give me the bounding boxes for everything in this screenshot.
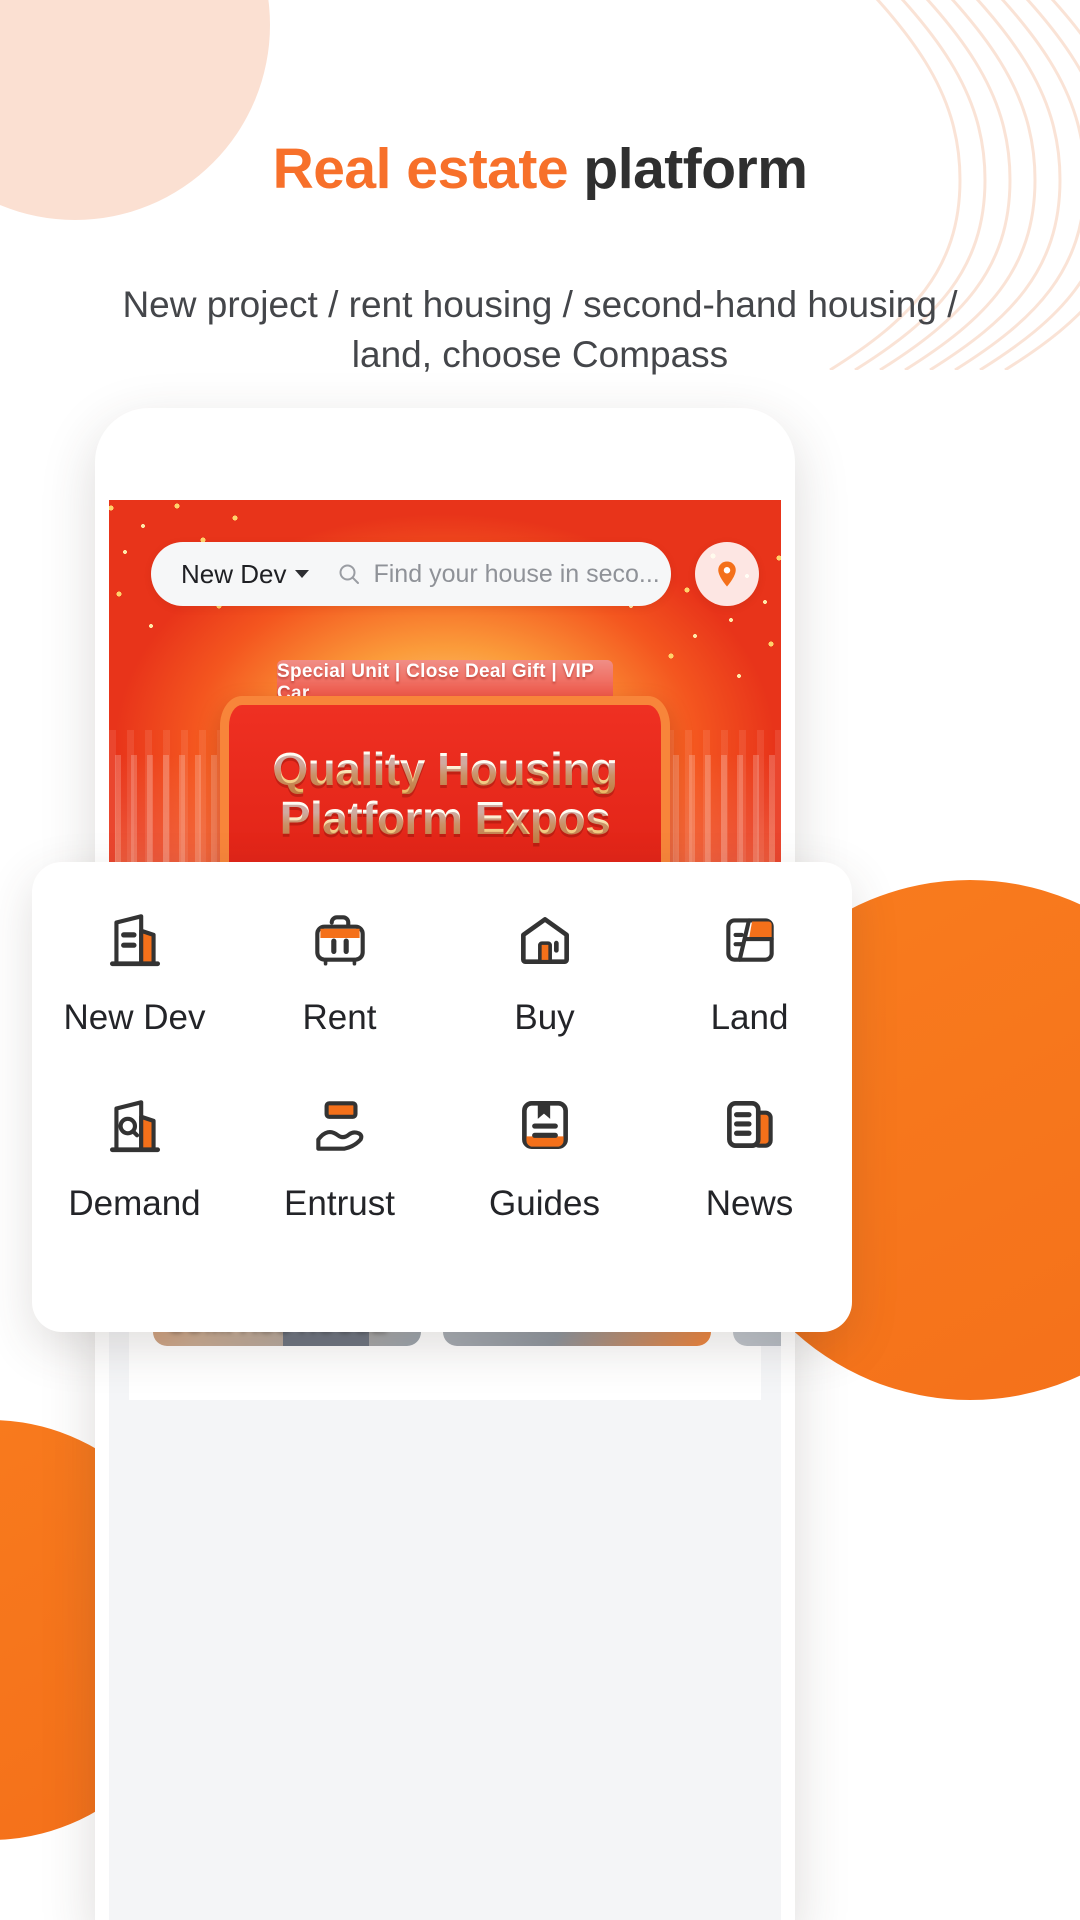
menu-item-label: Demand <box>68 1184 201 1223</box>
menu-item-land[interactable]: Land <box>647 906 852 1038</box>
chevron-down-icon[interactable] <box>295 570 310 578</box>
location-pin-icon <box>718 561 736 587</box>
menu-item-entrust[interactable]: Entrust <box>237 1092 442 1224</box>
quick-menu-card: New Dev Rent Buy Land Demand Entrust Gui… <box>32 862 852 1332</box>
search-input-placeholder[interactable]: Find your house in seco... <box>373 560 659 589</box>
menu-item-demand[interactable]: Demand <box>32 1092 237 1224</box>
book-bookmark-icon <box>521 1101 568 1149</box>
menu-item-label: Guides <box>489 1184 600 1223</box>
promo-headline-line1: Quality Housing <box>272 743 618 796</box>
menu-item-news[interactable]: News <box>647 1092 852 1224</box>
menu-item-guides[interactable]: Guides <box>442 1092 647 1224</box>
suitcase-icon <box>314 915 365 966</box>
app-screenshot: Real estate platform New project / rent … <box>0 0 1080 1920</box>
city-selector-label[interactable]: New Dev <box>151 559 286 590</box>
menu-item-label: Entrust <box>284 1184 395 1223</box>
news-document-icon <box>726 1101 773 1148</box>
search-icon <box>339 564 360 584</box>
location-button[interactable] <box>695 542 759 606</box>
hand-card-icon <box>315 1101 363 1151</box>
menu-item-rent[interactable]: Rent <box>237 906 442 1038</box>
page-title-rest: platform <box>568 137 808 201</box>
menu-item-buy[interactable]: Buy <box>442 906 647 1038</box>
page-subtitle: New project / rent housing / second-hand… <box>122 284 958 375</box>
house-icon <box>520 917 569 965</box>
page-title: Real estate platform <box>0 138 1080 201</box>
search-bar[interactable]: New Dev Find your house in seco... <box>151 542 671 606</box>
building-search-icon <box>109 1100 160 1153</box>
building-icon <box>109 914 160 967</box>
quick-menu-grid: New Dev Rent Buy Land Demand Entrust Gui… <box>32 906 852 1224</box>
land-plot-icon <box>725 918 774 962</box>
menu-item-label: News <box>705 1184 794 1223</box>
menu-item-label: Rent <box>302 998 377 1037</box>
menu-item-new-dev[interactable]: New Dev <box>32 906 237 1038</box>
menu-item-label: New Dev <box>63 998 206 1037</box>
promo-headline-line2: Platform Expos <box>279 792 611 844</box>
menu-item-label: Land <box>710 998 789 1037</box>
menu-item-label: Buy <box>514 998 575 1037</box>
page-title-accent: Real estate <box>272 137 569 201</box>
